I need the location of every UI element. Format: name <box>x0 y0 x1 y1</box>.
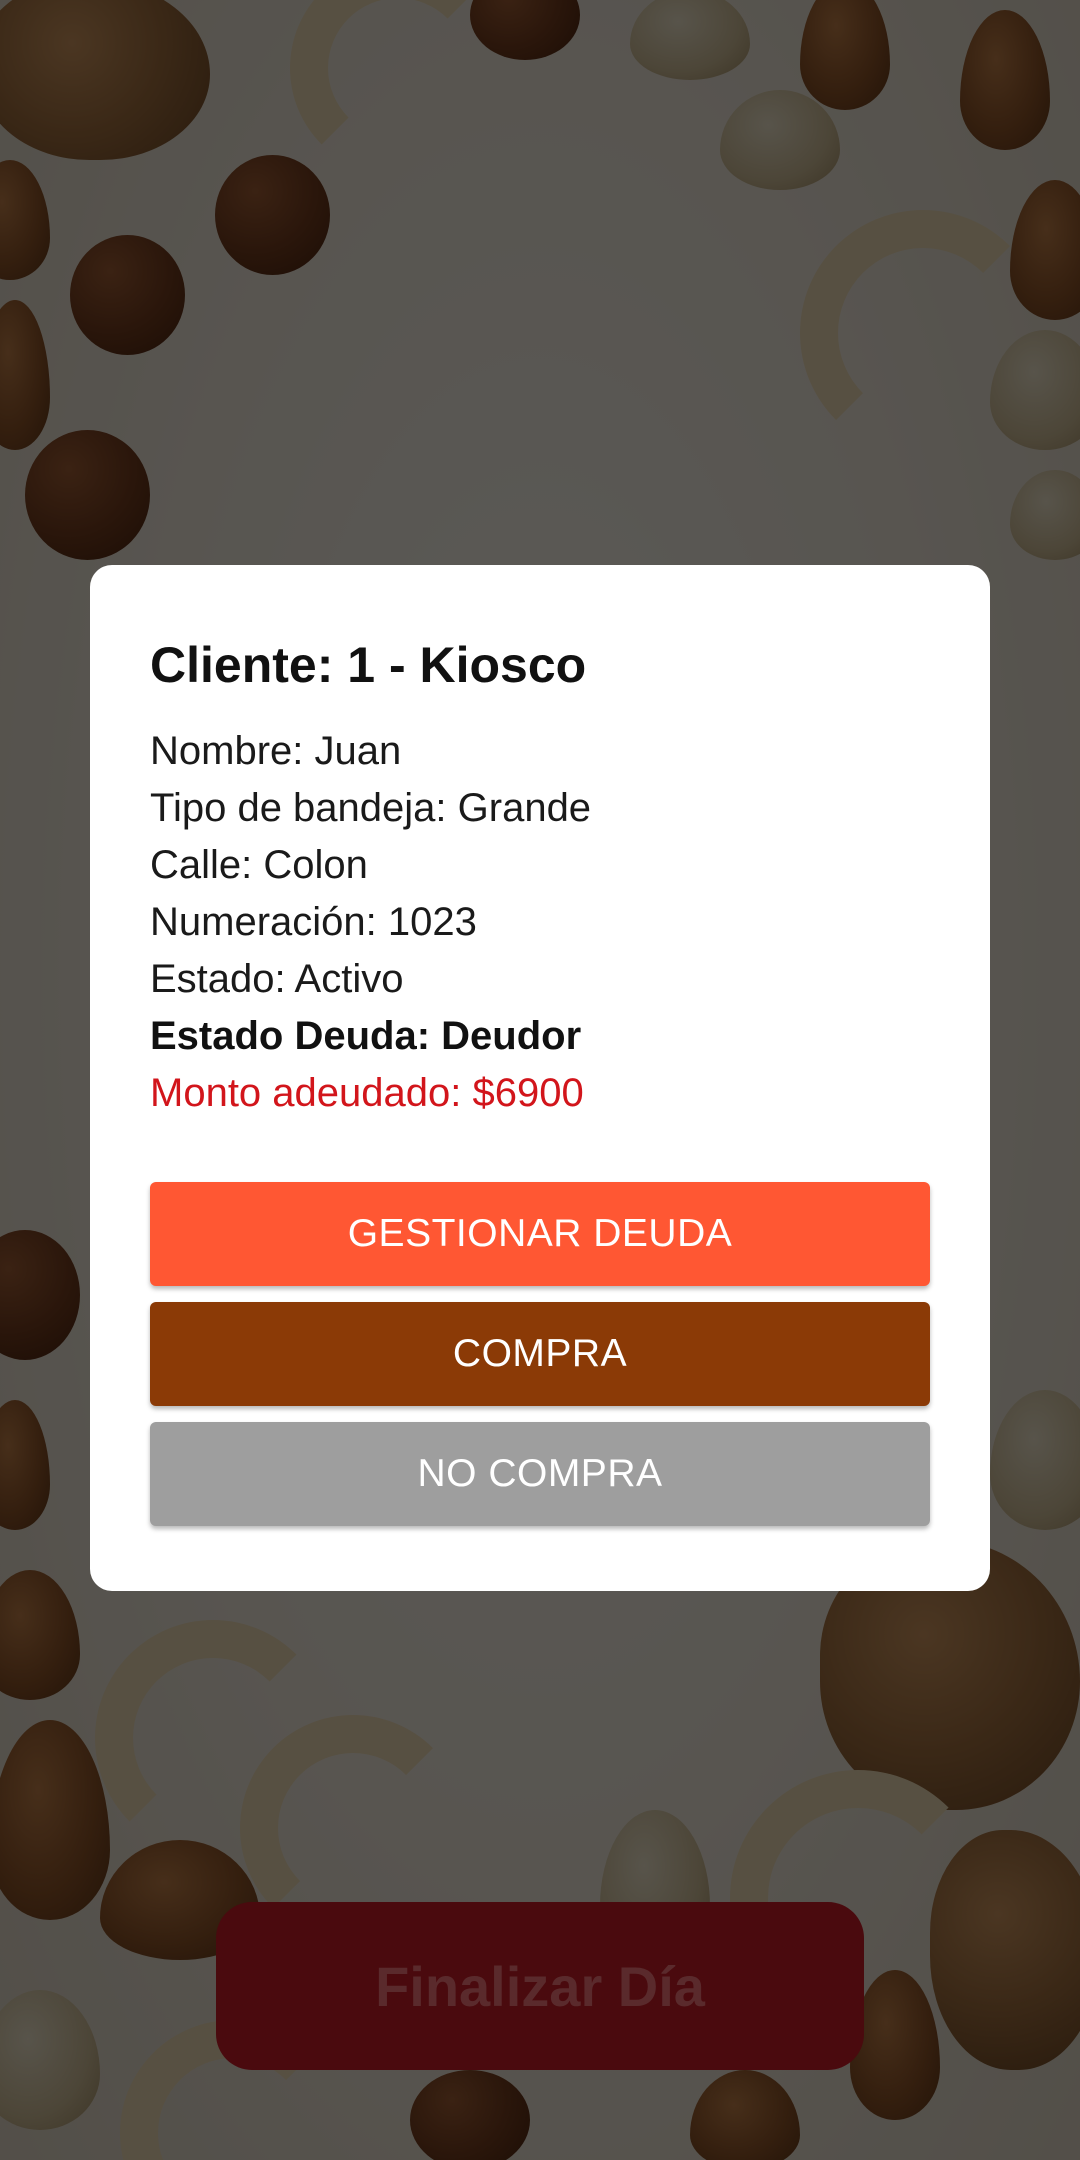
client-status: Estado: Activo <box>150 957 404 1001</box>
buy-button[interactable]: COMPRA <box>150 1302 930 1406</box>
debt-amount: Monto adeudado: $6900 <box>150 1071 584 1115</box>
client-details: Nombre: Juan Tipo de bandeja: Grande Cal… <box>150 723 930 1122</box>
client-dialog: Cliente: 1 - Kiosco Nombre: Juan Tipo de… <box>90 565 990 1591</box>
debt-status: Estado Deuda: Deudor <box>150 1014 582 1058</box>
finish-day-button[interactable]: Finalizar Día <box>216 1902 864 2070</box>
street-number: Numeración: 1023 <box>150 900 477 944</box>
dialog-actions: GESTIONAR DEUDA COMPRA NO COMPRA <box>150 1182 930 1526</box>
no-buy-button[interactable]: NO COMPRA <box>150 1422 930 1526</box>
manage-debt-button[interactable]: GESTIONAR DEUDA <box>150 1182 930 1286</box>
dialog-title: Cliente: 1 - Kiosco <box>150 637 587 693</box>
client-name: Nombre: Juan <box>150 729 402 773</box>
tray-type: Tipo de bandeja: Grande <box>150 786 592 830</box>
street: Calle: Colon <box>150 843 368 887</box>
